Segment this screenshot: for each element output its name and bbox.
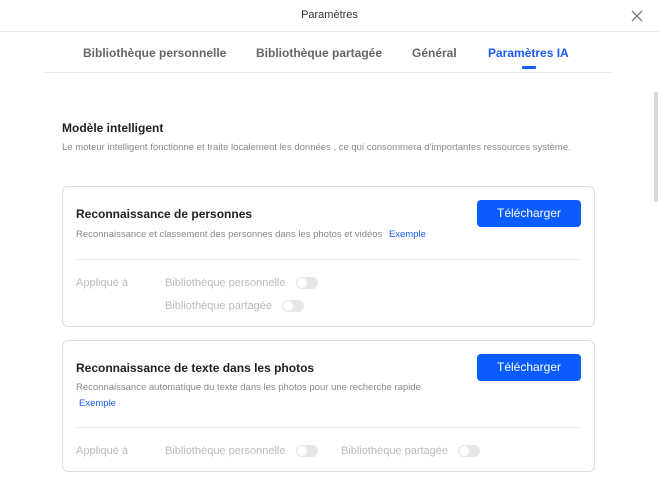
section-title: Modèle intelligent xyxy=(62,121,164,135)
card-divider xyxy=(76,427,580,428)
person-recognition-card: Reconnaissance de personnes Reconnaissan… xyxy=(62,186,595,327)
close-button[interactable] xyxy=(628,7,646,25)
text-recognition-card: Reconnaissance de texte dans les photos … xyxy=(62,340,595,472)
scrollbar[interactable] xyxy=(654,92,658,202)
option-personal-library-label: Bibliothèque personnelle xyxy=(165,445,286,457)
example-link[interactable]: Exemple xyxy=(389,229,426,240)
personal-library-toggle[interactable] xyxy=(296,445,318,457)
applied-to-label: Appliqué à xyxy=(76,277,128,289)
personal-library-toggle[interactable] xyxy=(296,277,318,289)
shared-library-toggle[interactable] xyxy=(458,445,480,457)
card-description: Reconnaissance et classement des personn… xyxy=(76,227,426,243)
window-title: Paramètres xyxy=(301,9,358,21)
card-title: Reconnaissance de personnes xyxy=(76,207,253,221)
title-bar: Paramètres xyxy=(0,0,659,32)
card-title: Reconnaissance de texte dans les photos xyxy=(76,361,315,375)
download-button[interactable]: Télécharger xyxy=(477,354,581,381)
tab-general[interactable]: Général xyxy=(412,46,457,60)
active-tab-indicator xyxy=(522,66,536,69)
tab-ai-settings[interactable]: Paramètres IA xyxy=(488,46,569,60)
option-personal-library-label: Bibliothèque personnelle xyxy=(165,277,286,289)
section-description: Le moteur intelligent fonctionne et trai… xyxy=(62,142,571,153)
download-button[interactable]: Télécharger xyxy=(477,200,581,227)
card-divider xyxy=(76,259,580,260)
applied-to-label: Appliqué à xyxy=(76,445,128,457)
option-shared-library-label: Bibliothèque partagée xyxy=(165,300,273,312)
card-description-text: Reconnaissance et classement des personn… xyxy=(76,229,383,240)
tab-personal-library[interactable]: Bibliothèque personnelle xyxy=(83,46,226,60)
close-icon xyxy=(631,10,643,22)
shared-library-toggle[interactable] xyxy=(282,300,304,312)
tab-shared-library[interactable]: Bibliothèque partagée xyxy=(256,46,382,60)
example-link[interactable]: Exemple xyxy=(79,396,116,412)
card-description: Reconnaissance automatique du texte dans… xyxy=(76,382,421,393)
option-shared-library-label: Bibliothèque partagée xyxy=(341,445,449,457)
